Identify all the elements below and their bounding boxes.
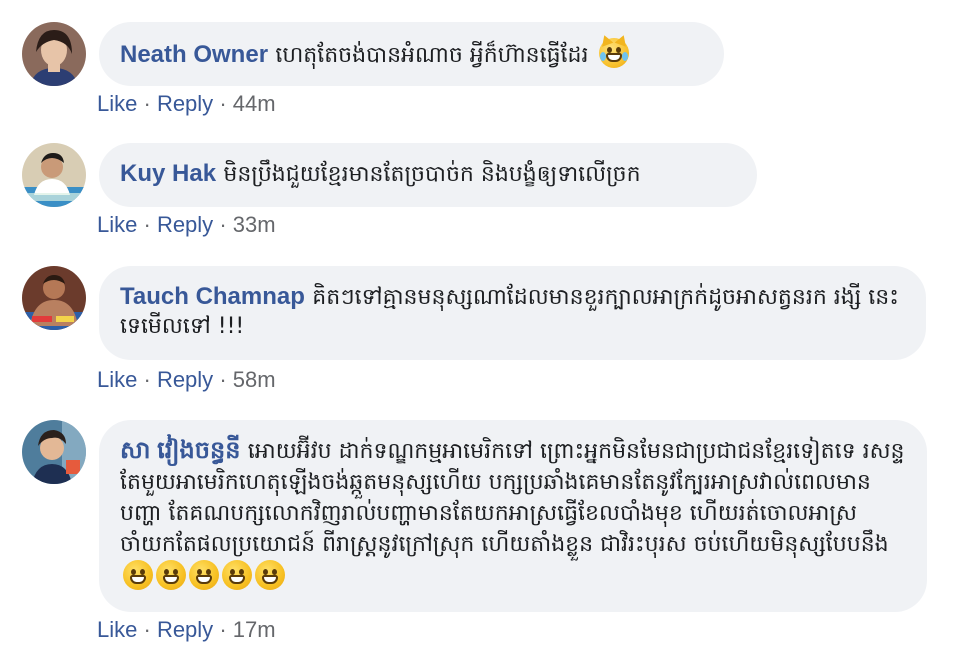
user-avatar-icon — [22, 22, 86, 86]
separator: · — [143, 617, 151, 642]
timestamp[interactable]: 17m — [233, 617, 276, 642]
timestamp[interactable]: 58m — [233, 367, 276, 392]
comment-actions: Like · Reply · 44m — [97, 91, 276, 117]
timestamp[interactable]: 44m — [233, 91, 276, 116]
separator: · — [143, 91, 151, 116]
comment-actions: Like · Reply · 58m — [97, 367, 276, 393]
comment-actions: Like · Reply · 17m — [97, 617, 276, 643]
reply-link[interactable]: Reply — [157, 91, 213, 116]
reply-link[interactable]: Reply — [157, 617, 213, 642]
grinning-icon — [189, 560, 219, 590]
separator: · — [219, 91, 227, 116]
grinning-icon — [222, 560, 252, 590]
separator: · — [219, 617, 227, 642]
timestamp[interactable]: 33m — [233, 212, 276, 237]
comment-author[interactable]: សា វៀងចន្ធនី — [120, 437, 240, 464]
separator: · — [219, 212, 227, 237]
separator: · — [143, 367, 151, 392]
comment-author[interactable]: Neath Owner — [120, 41, 268, 68]
separator: · — [219, 367, 227, 392]
comment-bubble: Kuy Hak មិនប្រឹងជួយខ្មែរមានតែច្របាច់ក និ… — [99, 143, 757, 207]
comment-bubble: Tauch Chamnap គិតៗទៅគ្មានមនុស្សណាដែលមានខ… — [99, 266, 926, 360]
user-avatar-icon — [22, 420, 86, 484]
avatar[interactable] — [22, 22, 86, 86]
grinning-icon — [255, 560, 285, 590]
reply-link[interactable]: Reply — [157, 367, 213, 392]
comment-text: មិនប្រឹងជួយខ្មែរមានតែច្របាច់ក និងបង្ខំឲ្… — [223, 162, 641, 187]
avatar[interactable] — [22, 143, 86, 207]
grinning-icon — [123, 560, 153, 590]
like-link[interactable]: Like — [97, 91, 137, 116]
like-link[interactable]: Like — [97, 617, 137, 642]
avatar[interactable] — [22, 266, 86, 330]
user-avatar-icon — [22, 266, 86, 330]
comment-author[interactable]: Kuy Hak — [120, 160, 216, 187]
comment-bubble: Neath Owner ហេតុតែចង់បានអំណាច អ្វីក៏ហ៊ាន… — [99, 22, 724, 86]
like-link[interactable]: Like — [97, 212, 137, 237]
like-link[interactable]: Like — [97, 367, 137, 392]
comment-author[interactable]: Tauch Chamnap — [120, 283, 305, 310]
grinning-icon — [156, 560, 186, 590]
avatar[interactable] — [22, 420, 86, 484]
comment-bubble: សា វៀងចន្ធនី អោយអ៊ីវប ដាក់ទណ្ឌកម្មអាមេរិ… — [99, 420, 927, 612]
crying-laughing-cat-icon — [598, 33, 630, 68]
user-avatar-icon — [22, 143, 86, 207]
comment-actions: Like · Reply · 33m — [97, 212, 276, 238]
comment-text: ហេតុតែចង់បានអំណាច អ្វីក៏ហ៊ានធ្វើដែរ — [275, 43, 589, 68]
reply-link[interactable]: Reply — [157, 212, 213, 237]
separator: · — [143, 212, 151, 237]
